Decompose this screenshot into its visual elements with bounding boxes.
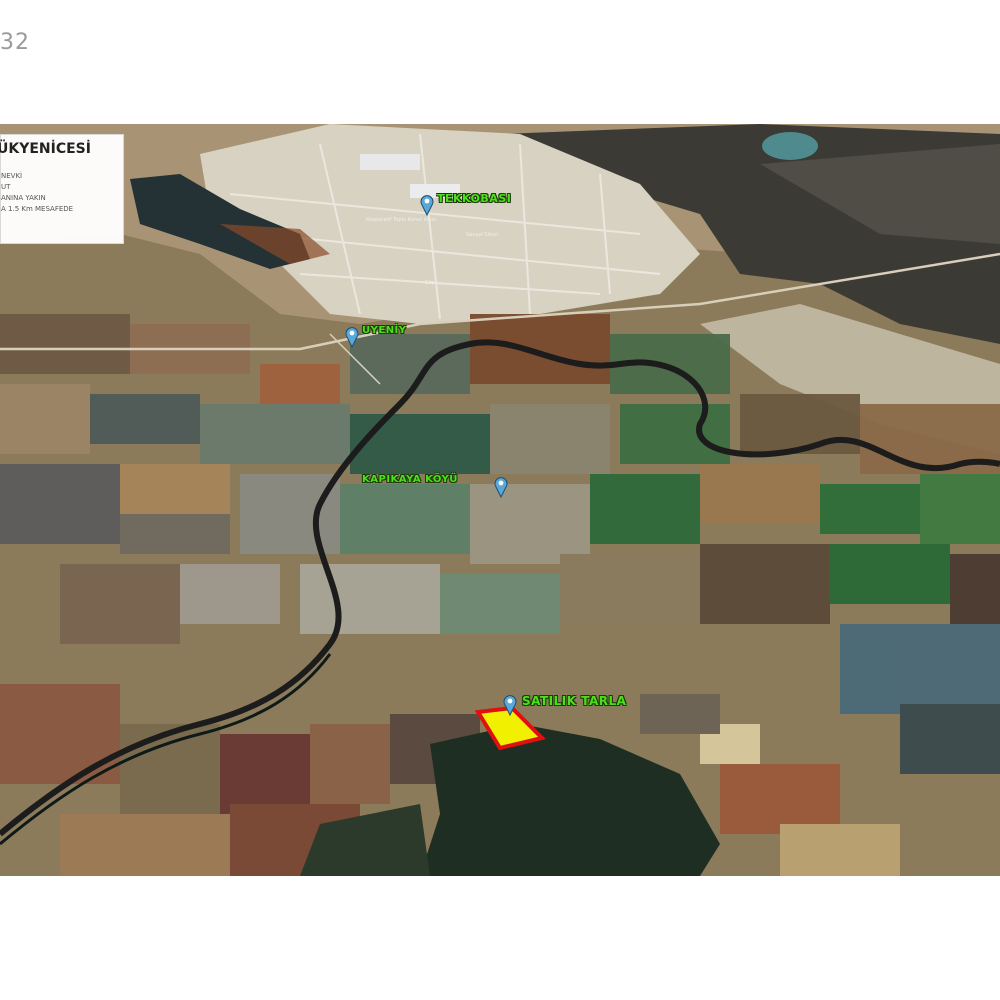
- map-pin-icon[interactable]: [503, 694, 517, 716]
- page-number: 32: [0, 30, 30, 55]
- info-line: ANINA YAKIN: [1, 194, 46, 202]
- map-imagery: [0, 124, 1000, 876]
- marker-label-kapikaya-koy[interactable]: KAPIKAYA KÖYÜ: [362, 474, 458, 485]
- town-label: Sanayi Sitesi: [466, 232, 499, 238]
- satellite-map[interactable]: [0, 124, 1000, 876]
- info-box: ÜKYENİCESİ NEVKİ UT ANINA YAKIN A 1.5 Km…: [0, 134, 124, 244]
- marker-label-satilik-tarla[interactable]: SATILIK TARLA: [522, 694, 626, 708]
- town-label: Kooperatif Toplu Konut Alanı: [366, 217, 437, 223]
- info-title: ÜKYENİCESİ: [0, 141, 91, 157]
- town-label: Çöp: [425, 280, 435, 286]
- marker-label-tekkobasi[interactable]: TEKKOBASI: [437, 192, 511, 205]
- marker-label-uyeniy[interactable]: UYENİY: [362, 325, 407, 336]
- map-pin-icon[interactable]: [420, 194, 434, 216]
- info-lines: NEVKİ UT ANINA YAKIN A 1.5 Km MESAFEDE: [1, 171, 119, 215]
- info-line: NEVKİ: [1, 172, 23, 180]
- info-line: UT: [1, 183, 11, 191]
- info-line: A 1.5 Km MESAFEDE: [1, 205, 74, 213]
- map-pin-icon[interactable]: [345, 326, 359, 348]
- map-pin-icon[interactable]: [494, 476, 508, 498]
